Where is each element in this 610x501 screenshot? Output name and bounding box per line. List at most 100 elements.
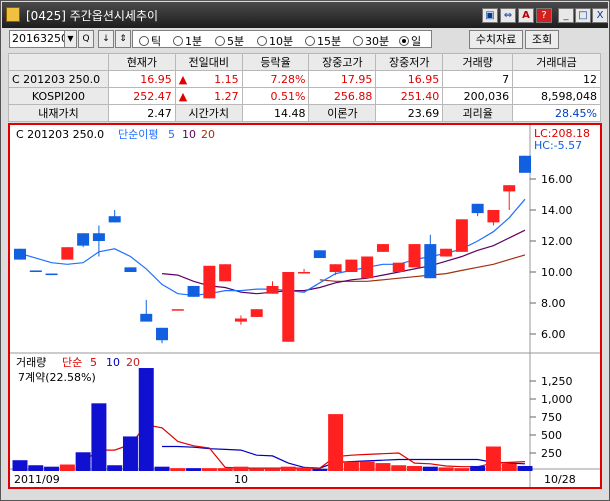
chart-panel[interactable]: 16.00 14.00 12.00 10.00 8.00 6.00 1,250 1,000 7… [8, 123, 602, 489]
minimize-icon[interactable]: _ [558, 8, 574, 23]
code-input[interactable]: 20163250 [9, 30, 71, 48]
candle-body [424, 244, 437, 279]
volume-grid: 1,250 1,000 750 500 250 [530, 375, 573, 460]
change-cell: ▲ 1.27 [174, 87, 243, 105]
period-1min[interactable]: 1분 [173, 33, 202, 49]
period-30min[interactable]: 30분 [353, 33, 389, 49]
period-15min[interactable]: 15분 [305, 33, 341, 49]
table-header-row: 현재가 전일대비 등락율 장중고가 장중저가 거래량 거래대금 [8, 53, 601, 71]
screen-icon[interactable]: ▣ [482, 8, 498, 23]
help-icon[interactable]: ? [536, 8, 552, 23]
candle-body [250, 309, 263, 317]
ma5-line [19, 198, 526, 296]
volume-bar [422, 466, 438, 471]
query-button[interactable]: 조회 [525, 30, 559, 49]
volume-bar [485, 446, 501, 471]
volume-bar [233, 466, 249, 471]
volume-bar [44, 466, 60, 471]
header-cell: 거래대금 [512, 53, 601, 71]
vol-tick-label: 500 [541, 429, 562, 442]
candle-body [345, 259, 358, 272]
candle-body [313, 250, 326, 259]
y-tick-label: 6.00 [541, 328, 566, 341]
radio-icon [353, 36, 363, 46]
volume-bar [107, 465, 123, 471]
ma5-legend: 5 [168, 128, 175, 141]
spin-icon[interactable]: ⇕ [115, 30, 131, 48]
volume-bar [201, 468, 217, 471]
time-value: 14.48 [241, 104, 310, 122]
search-icon[interactable]: Q [78, 30, 94, 48]
y-tick-label: 12.00 [541, 235, 573, 248]
radio-selected-icon [399, 36, 409, 46]
x-label-start: 2011/09 [14, 473, 60, 486]
candle-body [61, 247, 74, 260]
volume-bar [312, 468, 328, 471]
volume-bar [343, 461, 359, 471]
volume-bar [328, 414, 344, 471]
header-cell: 거래량 [442, 53, 514, 71]
low-cell: 16.95 [375, 70, 444, 88]
candle-body [471, 203, 484, 214]
candle-body [77, 233, 90, 246]
app-icon [6, 7, 20, 22]
period-tick[interactable]: 틱 [139, 33, 161, 49]
font-icon[interactable]: A [518, 8, 534, 23]
price-cell: 252.47 [107, 87, 176, 105]
candle-body [14, 248, 26, 260]
vol-tick-label: 750 [541, 411, 562, 424]
low-cell: 251.40 [375, 87, 444, 105]
price-cell: 16.95 [107, 70, 176, 88]
volume-bar [28, 465, 44, 471]
volume-bar [265, 468, 280, 471]
x-label-mid: 10 [234, 473, 248, 486]
y-tick-label: 8.00 [541, 297, 566, 310]
y-tick-label: 16.00 [541, 173, 573, 186]
vol-ma20-legend: 20 [126, 356, 140, 369]
volume-bar [391, 465, 407, 471]
close-icon[interactable]: X [592, 8, 608, 23]
hc-label: HC:-5.57 [534, 139, 582, 152]
candle-body [108, 216, 121, 223]
candle-body [203, 265, 216, 299]
candle-body [361, 256, 374, 279]
vol-ma10-legend: 10 [106, 356, 120, 369]
x-label-end: 10/28 [544, 473, 576, 486]
candle-body [440, 248, 453, 257]
candle-body [219, 264, 232, 282]
period-day[interactable]: 일 [399, 33, 421, 49]
moving-average-lines [19, 198, 526, 296]
numeric-data-button[interactable]: 수치자료 [469, 30, 523, 49]
period-5min[interactable]: 5분 [215, 33, 244, 49]
chevron-down-icon[interactable]: ▼ [64, 30, 77, 48]
pick-icon[interactable]: ↓ [98, 30, 114, 48]
change-cell: ▲ 1.15 [174, 70, 243, 88]
volume-cell: 200,036 [442, 87, 514, 105]
volume-bar [501, 463, 517, 471]
main-window: [0425] 주간옵션시세추이 ▣ ⇔ A ? _ □ X 20163250 ▼… [0, 0, 610, 501]
candle-body [487, 210, 500, 223]
theoretical-value: 23.69 [375, 104, 444, 122]
period-selector: 틱 1분 5분 10분 15분 30분 일 [132, 30, 432, 48]
vol-tick-label: 250 [541, 447, 562, 460]
candle-body [408, 244, 421, 268]
radio-icon [257, 36, 267, 46]
candle-body [455, 219, 468, 252]
contracts-label: 7계약(22.58%) [18, 370, 96, 384]
maximize-icon[interactable]: □ [575, 8, 591, 23]
header-cell: 등락율 [241, 53, 310, 71]
chart-svg[interactable]: 16.00 14.00 12.00 10.00 8.00 6.00 1,250 1,000 7… [10, 125, 600, 487]
radio-icon [305, 36, 315, 46]
link-icon[interactable]: ⇔ [500, 8, 516, 23]
y-tick-label: 14.00 [541, 204, 573, 217]
volume-bar [138, 368, 154, 471]
radio-icon [215, 36, 225, 46]
window-title: [0425] 주간옵션시세추이 [26, 9, 159, 23]
vol-ma-legend: 단순 [62, 356, 82, 369]
volume-bar [170, 468, 186, 471]
volume-bar [217, 468, 233, 471]
candle-body [171, 309, 184, 311]
candle-body [187, 285, 200, 297]
period-10min[interactable]: 10분 [257, 33, 293, 49]
candle-body [266, 285, 279, 294]
